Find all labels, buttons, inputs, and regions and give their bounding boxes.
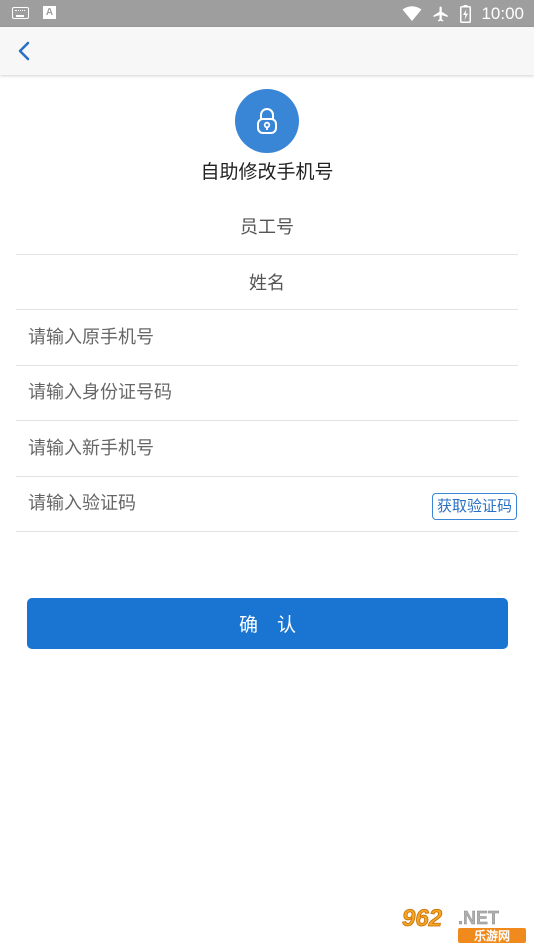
change-phone-form: 员工号 姓名 获取验证码: [16, 199, 518, 532]
keyboard-icon: [12, 6, 29, 19]
get-code-button[interactable]: 获取验证码: [431, 492, 517, 520]
id-card-row: [16, 366, 518, 421]
airplane-icon: [433, 6, 449, 21]
old-phone-row: [16, 310, 518, 366]
verification-code-input[interactable]: [16, 493, 396, 515]
page-title: 自助修改手机号: [200, 161, 334, 183]
battery-icon: [460, 4, 472, 23]
status-time: 10:00: [481, 4, 524, 23]
code-row: 获取验证码: [16, 477, 518, 532]
lock-icon: [257, 108, 277, 134]
new-phone-input[interactable]: [16, 437, 518, 459]
watermark-brand-suffix: .NET: [458, 908, 499, 928]
employee-id-label: 员工号: [240, 217, 294, 239]
lock-badge: [235, 89, 299, 153]
status-bar: A 10:00: [0, 0, 534, 27]
status-right-icons: 10:00: [402, 3, 524, 24]
name-row: 姓名: [16, 255, 518, 310]
id-card-input[interactable]: [16, 382, 518, 404]
new-phone-row: [16, 421, 518, 477]
toolbar: [0, 27, 534, 75]
site-watermark-logo: 962 .NET 乐游网: [402, 905, 526, 943]
back-button[interactable]: [10, 37, 38, 65]
confirm-button[interactable]: 确 认: [27, 598, 508, 649]
a-icon: A: [43, 6, 56, 19]
employee-id-row: 员工号: [16, 199, 518, 255]
chevron-left-icon: [18, 41, 30, 61]
watermark-brand-prefix: 962: [402, 905, 443, 932]
watermark-sub: 乐游网: [474, 928, 510, 943]
old-phone-input[interactable]: [16, 326, 518, 348]
wifi-icon: [402, 5, 422, 21]
name-label: 姓名: [249, 272, 285, 294]
status-left-icons: A: [12, 6, 56, 19]
